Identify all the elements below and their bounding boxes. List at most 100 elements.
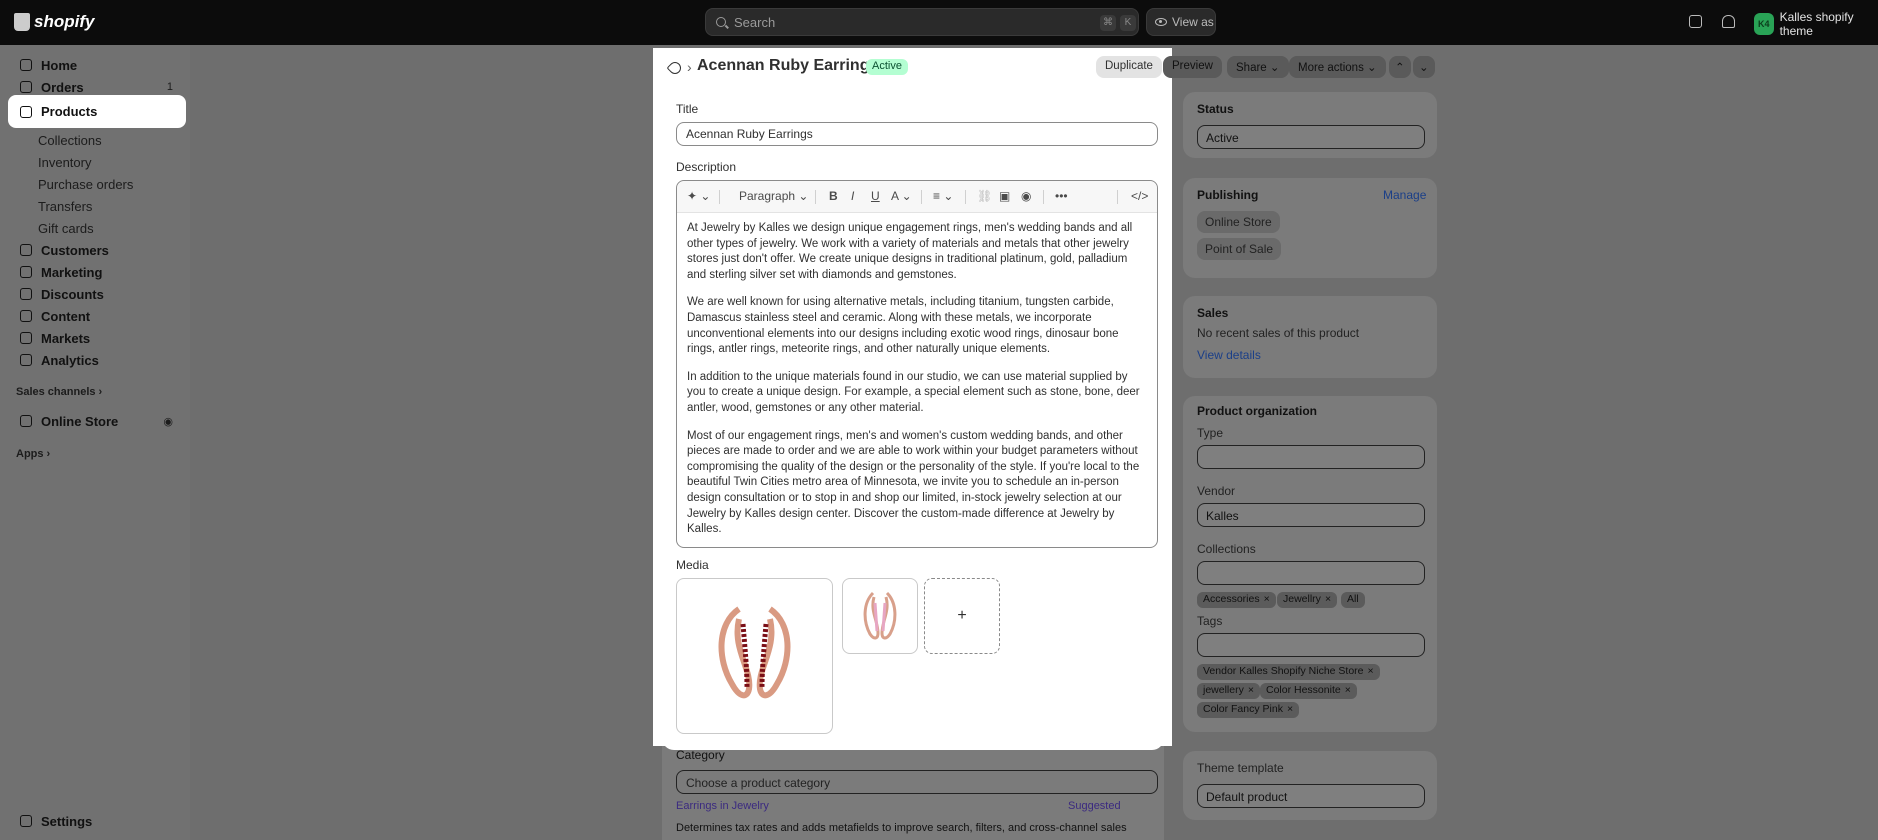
suggested-badge: Suggested (1068, 800, 1121, 812)
description-editor[interactable]: ✦ ⌄ Paragraph ⌄ B I U A ⌄ ≡ ⌄ ⛓ ▣ ◉ ••• … (676, 180, 1158, 548)
sales-text: No recent sales of this product (1197, 326, 1360, 340)
duplicate-button[interactable]: Duplicate (1096, 56, 1162, 78)
sidebar-item-gift-cards[interactable]: Gift cards (8, 219, 185, 237)
manage-link[interactable]: Manage (1383, 188, 1426, 202)
theme-template-card: Theme template Default product (1183, 751, 1437, 820)
sidebar-item-collections[interactable]: Collections (8, 131, 185, 149)
image-icon[interactable]: ▣ (999, 189, 1010, 203)
top-bar: shopify Search ⌘ K View as K4 Kalles sho… (0, 0, 1878, 45)
category-select[interactable]: Choose a product category (676, 770, 1158, 794)
home-icon (20, 59, 32, 71)
channel-online-store[interactable]: Online Store (1197, 211, 1280, 233)
tags-input[interactable] (1197, 633, 1425, 657)
description-text[interactable]: At Jewelry by Kalles we design unique en… (687, 221, 1149, 550)
chip-label: jewellery (1203, 684, 1244, 696)
remove-icon[interactable]: × (1368, 665, 1374, 677)
toolbar-divider (921, 190, 922, 204)
media-image-thumb[interactable] (842, 578, 918, 654)
avatar: K4 (1754, 13, 1774, 35)
breadcrumb-chevron-icon: › (687, 59, 692, 75)
product-organization-label: Product organization (1197, 404, 1317, 418)
publishing-card: Publishing Manage Online Store Point of … (1183, 178, 1437, 278)
magic-icon[interactable]: ✦ ⌄ (687, 189, 710, 203)
sidebar-item-label: Markets (41, 330, 91, 346)
target-icon (20, 266, 32, 278)
brand-name: shopify (34, 12, 95, 31)
tags-label: Tags (1197, 614, 1223, 628)
shopify-logo[interactable]: shopify (14, 12, 94, 32)
type-input[interactable] (1197, 445, 1425, 469)
toolbar-divider (1043, 190, 1044, 204)
chip-label: Color Fancy Pink (1203, 703, 1283, 715)
sales-card: Sales No recent sales of this product Vi… (1183, 296, 1437, 378)
collection-chip[interactable]: Accessories × (1197, 592, 1276, 608)
status-select[interactable]: Active (1197, 125, 1425, 149)
media-image-main[interactable] (676, 578, 833, 734)
vendor-input[interactable]: Kalles (1197, 503, 1425, 527)
shopify-bag-icon (14, 13, 30, 31)
sales-channels-heading[interactable]: Sales channels › (16, 386, 102, 398)
theme-template-label: Theme template (1197, 761, 1284, 775)
collection-chip[interactable]: Jewellry × (1277, 592, 1338, 608)
remove-icon[interactable]: × (1248, 684, 1254, 696)
sidebar-item-products[interactable]: Products (8, 95, 186, 128)
sidebar-item-settings[interactable]: Settings (8, 808, 185, 834)
tag-chip[interactable]: Vendor Kalles Shopify Niche Store × (1197, 664, 1380, 680)
tag-chip[interactable]: Color Hessonite × (1260, 683, 1357, 699)
sidebar-item-inventory[interactable]: Inventory (8, 153, 185, 171)
theme-template-select[interactable]: Default product (1197, 784, 1425, 808)
sidebar-item-purchase-orders[interactable]: Purchase orders (8, 175, 185, 193)
sidebar: Home Orders 1 Products Collections Invent… (0, 45, 190, 840)
video-icon[interactable]: ◉ (1021, 189, 1031, 203)
paragraph-select[interactable]: Paragraph ⌄ (739, 189, 808, 203)
search-input[interactable]: Search ⌘ K (705, 8, 1139, 36)
more-options-icon[interactable]: ••• (1055, 189, 1068, 203)
store-name: Kalles shopify theme (1779, 10, 1854, 38)
view-details-link[interactable]: View details (1197, 348, 1261, 362)
apps-heading[interactable]: Apps › (16, 448, 50, 460)
remove-icon[interactable]: × (1264, 593, 1270, 605)
eye-icon[interactable]: ◉ (163, 415, 173, 428)
more-actions-button[interactable]: More actions ⌄ (1289, 56, 1386, 78)
text-color-icon[interactable]: A ⌄ (891, 189, 912, 203)
share-button[interactable]: Share ⌄ (1227, 56, 1289, 78)
more-actions-label: More actions (1298, 62, 1364, 74)
add-media-button[interactable]: + (924, 578, 1000, 654)
tag-icon[interactable] (666, 59, 684, 77)
previous-product-icon[interactable]: ⌃ (1389, 56, 1411, 78)
store-menu[interactable]: K4 Kalles shopify theme (1754, 10, 1878, 38)
bold-icon[interactable]: B (829, 189, 838, 203)
title-input[interactable]: Acennan Ruby Earrings (676, 122, 1158, 146)
chip-label: Vendor Kalles Shopify Niche Store (1203, 665, 1364, 677)
code-view-icon[interactable]: </> (1131, 189, 1148, 203)
sidebar-item-analytics[interactable]: Analytics (8, 347, 185, 373)
toolbar-divider (815, 190, 816, 204)
next-product-icon[interactable]: ⌄ (1413, 56, 1435, 78)
link-icon: ⛓ (977, 189, 993, 203)
collections-search[interactable] (1197, 561, 1425, 585)
align-icon[interactable]: ≡ ⌄ (933, 189, 953, 203)
remove-icon[interactable]: × (1287, 703, 1293, 715)
view-as-button[interactable]: View as (1146, 8, 1216, 36)
bell-icon[interactable] (1722, 15, 1735, 28)
globe-icon (20, 332, 32, 344)
type-label: Type (1197, 426, 1224, 440)
status-card: Status Active (1183, 92, 1437, 158)
sidebar-item-online-store[interactable]: Online Store ◉ (8, 408, 185, 434)
underline-icon[interactable]: U (871, 189, 880, 203)
tag-chip[interactable]: jewellery × (1197, 683, 1260, 699)
inbox-icon[interactable] (1689, 15, 1702, 28)
sidebar-item-transfers[interactable]: Transfers (8, 197, 185, 215)
sidebar-item-label: Orders (41, 79, 84, 95)
tag-chip[interactable]: Color Fancy Pink × (1197, 702, 1300, 718)
category-suggestion[interactable]: Earrings in Jewelry (676, 800, 769, 812)
preview-button[interactable]: Preview (1163, 56, 1222, 78)
toolbar-divider (719, 190, 720, 204)
italic-icon[interactable]: I (851, 189, 854, 203)
collections-all-chip[interactable]: All (1341, 592, 1365, 608)
remove-icon[interactable]: × (1345, 684, 1351, 696)
sidebar-item-label: Analytics (41, 352, 99, 368)
view-as-label: View as (1172, 15, 1214, 29)
remove-icon[interactable]: × (1325, 593, 1331, 605)
channel-point-of-sale[interactable]: Point of Sale (1197, 238, 1282, 260)
